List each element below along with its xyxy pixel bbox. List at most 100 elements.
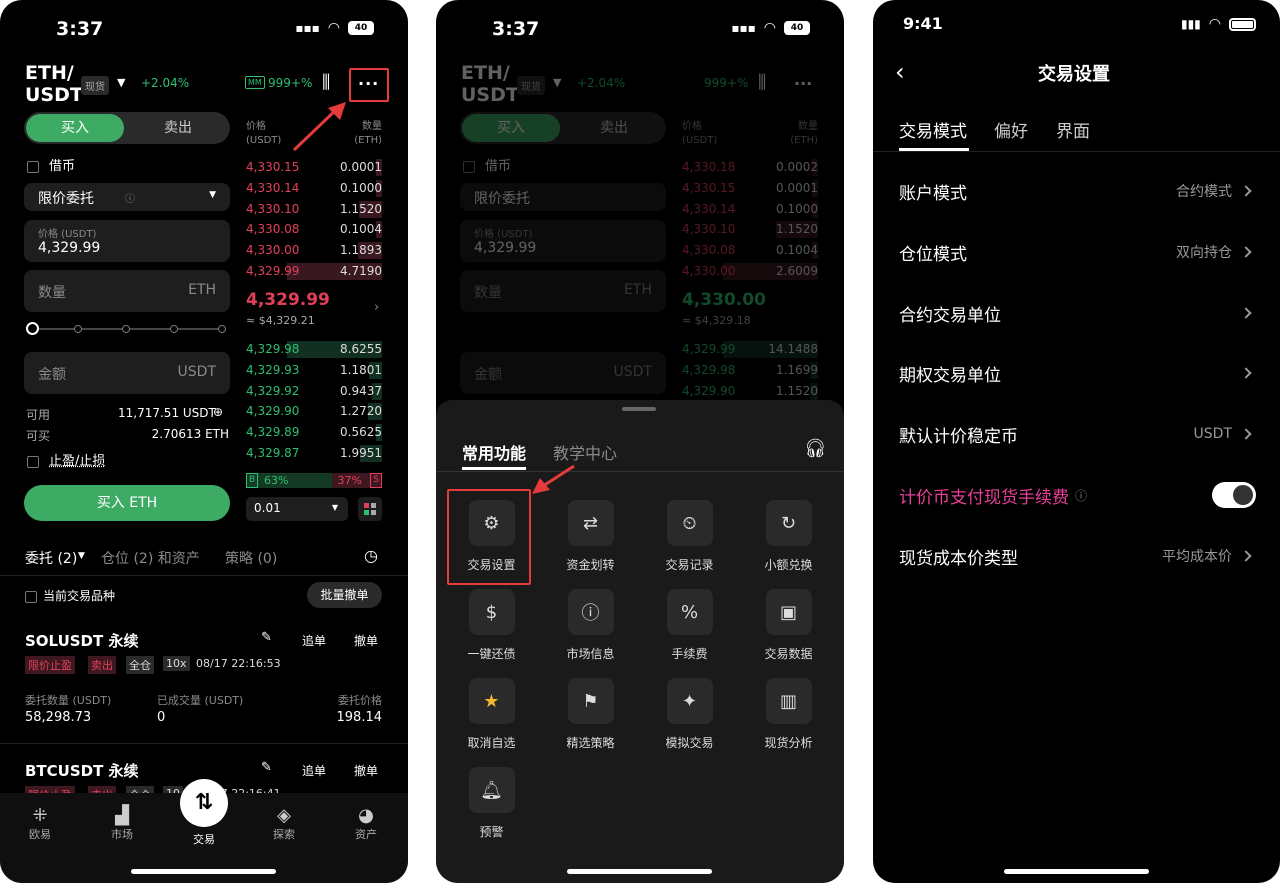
nav-market[interactable]: ▟ 市场 [92, 805, 152, 842]
depth-select[interactable]: 0.01 ▼ [246, 497, 348, 521]
function-item[interactable]: ⏲ 交易记录 [640, 500, 739, 573]
pair-title[interactable]: ETH/USDT [25, 62, 83, 106]
batch-cancel-button[interactable]: 批量撤单 [307, 582, 382, 608]
ask-row[interactable]: 4,330.00 2.6009 [682, 261, 818, 282]
price: 4,329.98 [682, 362, 736, 377]
chevron-down-icon: ▼ [209, 190, 216, 200]
ask-row[interactable]: 4,330.18 0.0002 [682, 157, 818, 178]
tab-positions[interactable]: 仓位 (2) 和资产 [101, 548, 200, 568]
tab-orders[interactable]: 委托 (2) [25, 548, 77, 568]
function-item[interactable]: ✦ 模拟交易 [640, 678, 739, 751]
function-item[interactable]: ⇄ 资金划转 [541, 500, 640, 573]
function-item[interactable]: ↻ 小额兑换 [739, 500, 838, 573]
buy-eth-button[interactable]: 买入 ETH [24, 485, 230, 521]
headset-icon[interactable]: 🎧︎ [804, 438, 827, 459]
bid-row[interactable]: 4,329.90 1.1520 [682, 381, 818, 402]
setting-option-unit[interactable]: 期权交易单位 [899, 353, 1252, 393]
nav-home[interactable]: ⁜ 欧易 [10, 805, 70, 842]
bid-row[interactable]: 4,329.89 0.5625 [246, 422, 382, 443]
price: 4,329.87 [246, 445, 300, 460]
info-icon[interactable]: ⓘ [1075, 487, 1087, 504]
price: 4,330.15 [246, 160, 300, 174]
checkbox[interactable] [27, 455, 39, 468]
back-icon[interactable]: ‹ [895, 58, 905, 86]
annotation-arrow [532, 464, 575, 494]
current-pair-filter[interactable]: 当前交易品种 [25, 587, 115, 604]
setting-position-mode[interactable]: 仓位模式 双向持仓 [899, 232, 1252, 272]
ask-row[interactable]: 4,330.15 0.0001 [246, 157, 382, 178]
ask-row[interactable]: 4,329.99 4.7190 [246, 261, 382, 282]
function-item[interactable]: ★ 取消自选 [442, 678, 541, 751]
nav-assets[interactable]: ◕ 资产 [336, 805, 396, 842]
tab-trading-mode[interactable]: 交易模式 [899, 117, 967, 142]
nav-explore[interactable]: ◈ 探索 [254, 805, 314, 842]
tpsl-toggle[interactable]: 止盈/止损 [27, 450, 105, 469]
function-item[interactable]: $ 一键还债 [442, 589, 541, 662]
cancel-button[interactable]: 撤单 [354, 632, 378, 649]
candlestick-icon[interactable]: ⫼ [322, 72, 330, 93]
tab-strategy[interactable]: 策略 (0) [225, 548, 277, 568]
edit-icon[interactable]: ✎ [261, 630, 272, 645]
bid-row[interactable]: 4,329.87 1.9951 [246, 443, 382, 464]
function-item[interactable]: ▣ 交易数据 [739, 589, 838, 662]
function-item[interactable]: % 手续费 [640, 589, 739, 662]
bid-row[interactable]: 4,329.98 8.6255 [246, 339, 382, 360]
function-item[interactable]: 🔔︎ 预警 [442, 767, 541, 840]
add-icon[interactable]: ⊕ [213, 405, 223, 419]
price-input[interactable]: 价格 (USDT) 4,329.99 [24, 220, 230, 262]
tab-tutorial-center[interactable]: 教学中心 [553, 440, 617, 464]
buy-tab[interactable]: 买入 [26, 114, 124, 142]
chevron-right-icon[interactable]: › [374, 300, 379, 315]
setting-account-mode[interactable]: 账户模式 合约模式 [899, 171, 1252, 211]
chevron-down-icon: ▼ [78, 551, 85, 561]
bid-row[interactable]: 4,329.92 0.9437 [246, 381, 382, 402]
chevron-down-icon[interactable]: ▼ [117, 76, 125, 89]
ask-row[interactable]: 4,330.15 0.0001 [682, 178, 818, 199]
amount-slider[interactable] [26, 322, 226, 336]
tab-interface[interactable]: 界面 [1056, 117, 1090, 142]
amend-button[interactable]: 追单 [302, 632, 326, 649]
annotation-highlight-more [349, 68, 389, 102]
ask-row[interactable]: 4,330.00 1.1893 [246, 240, 382, 261]
status-icons: ▪▪▪ ◠ 40 [295, 20, 374, 36]
setting-default-stablecoin[interactable]: 默认计价稳定币 USDT [899, 414, 1252, 454]
checkbox[interactable] [27, 160, 39, 173]
nav-trade[interactable]: 交易 [174, 831, 234, 847]
bid-row[interactable]: 4,329.93 1.1801 [246, 360, 382, 381]
cancel-button[interactable]: 撤单 [354, 762, 378, 779]
setting-contract-unit[interactable]: 合约交易单位 [899, 293, 1252, 333]
function-item[interactable]: ▥ 现货分析 [739, 678, 838, 751]
ask-row[interactable]: 4,330.08 0.1004 [682, 240, 818, 261]
ask-row[interactable]: 4,330.08 0.1004 [246, 219, 382, 240]
bid-row[interactable]: 4,329.98 1.1699 [682, 360, 818, 381]
buy-sell-toggle[interactable]: 买入 卖出 [24, 112, 230, 144]
sell-tab[interactable]: 卖出 [128, 114, 228, 142]
function-item[interactable]: ⚑ 精选策略 [541, 678, 640, 751]
bid-row[interactable]: 4,329.99 14.1488 [682, 339, 818, 360]
mm-value: 999+% [268, 76, 313, 90]
ask-row[interactable]: 4,330.10 1.1520 [682, 219, 818, 240]
function-item[interactable]: ⓘ 市场信息 [541, 589, 640, 662]
checkbox[interactable] [25, 590, 37, 603]
margin-toggle[interactable]: 借币 [27, 155, 75, 174]
amount-input[interactable]: 金额 USDT [24, 352, 230, 394]
tab-common-functions[interactable]: 常用功能 [462, 440, 526, 464]
ask-row[interactable]: 4,330.14 0.1000 [246, 178, 382, 199]
history-icon[interactable]: ◷ [364, 546, 378, 565]
sheet-handle[interactable] [622, 407, 656, 411]
bid-row[interactable]: 4,329.90 1.2720 [246, 401, 382, 422]
setting-cost-price-type[interactable]: 现货成本价类型 平均成本价 [899, 536, 1252, 576]
quantity-input[interactable]: 数量 ETH [24, 270, 230, 312]
compass-icon: ◈ [277, 805, 291, 826]
battery-icon: 40 [348, 21, 374, 35]
ask-row[interactable]: 4,330.10 1.1520 [246, 199, 382, 220]
edit-icon[interactable]: ✎ [261, 760, 272, 775]
ask-row[interactable]: 4,330.14 0.1000 [682, 199, 818, 220]
tab-preferences[interactable]: 偏好 [994, 117, 1028, 142]
toggle-switch[interactable] [1212, 482, 1256, 508]
orderbook-layout-icon[interactable] [358, 497, 382, 521]
trade-swap-icon[interactable]: ⇅ [180, 779, 228, 827]
amend-button[interactable]: 追单 [302, 762, 326, 779]
order-type-select[interactable]: 限价委托 ⓘ ▼ [24, 183, 230, 211]
available-value: 11,717.51 USDT [118, 406, 216, 420]
